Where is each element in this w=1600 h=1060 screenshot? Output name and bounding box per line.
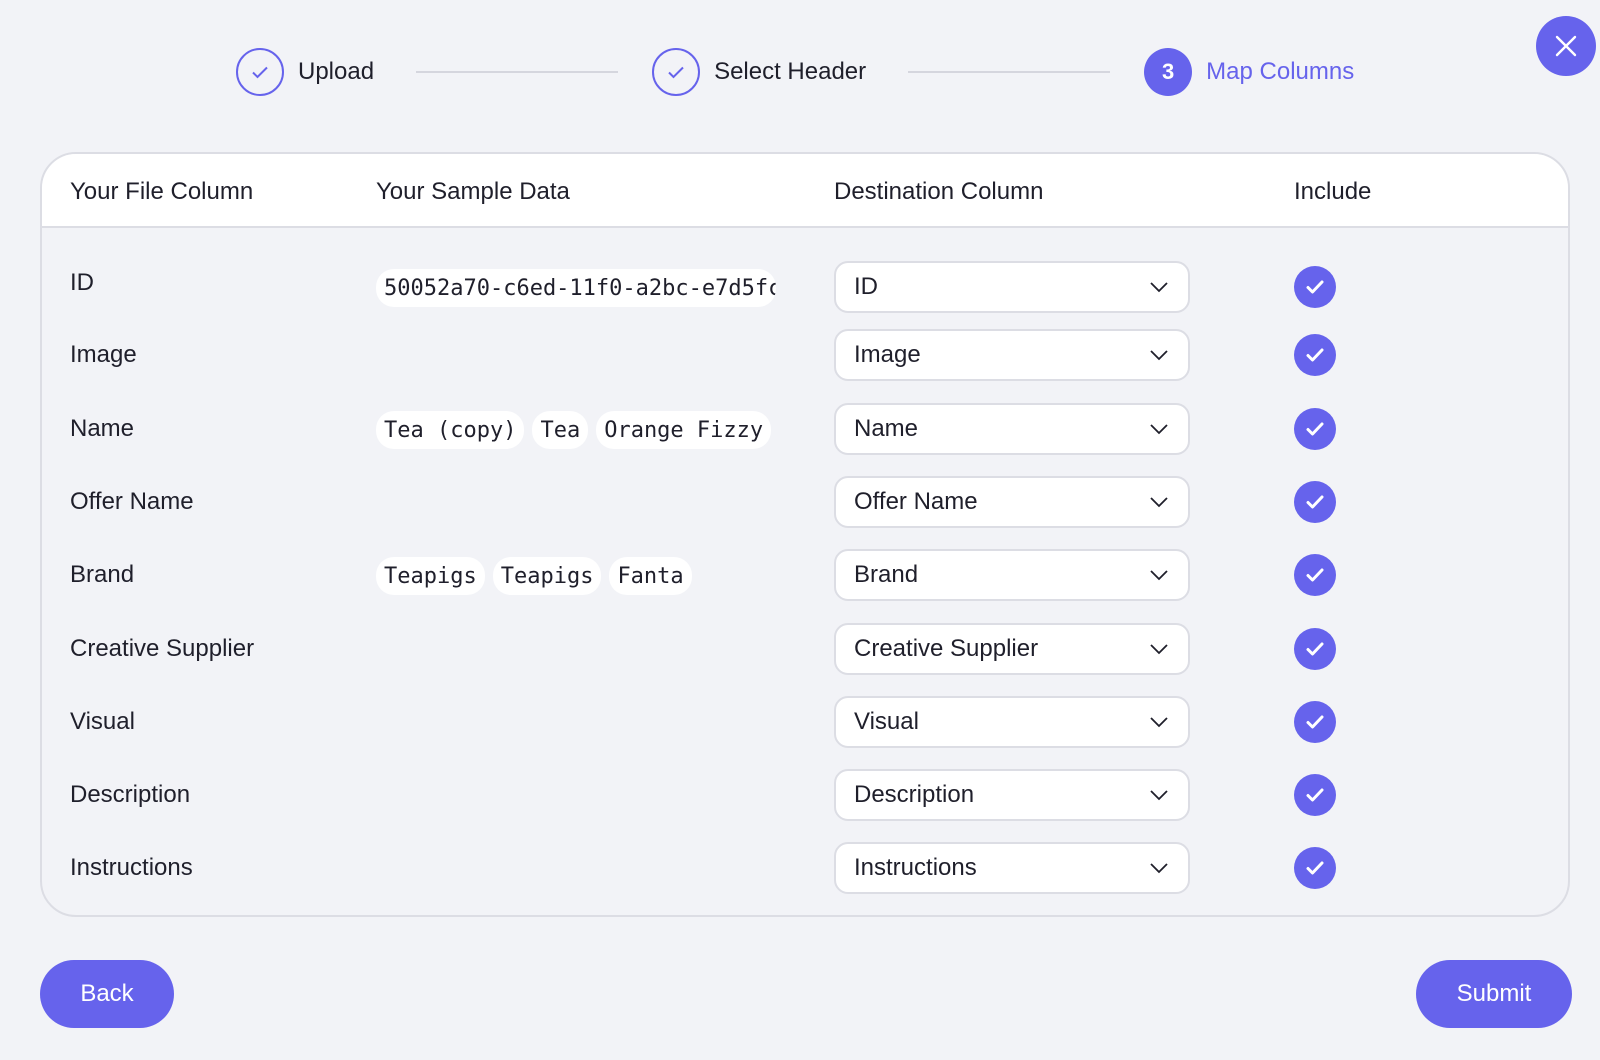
step-label-upload: Upload — [298, 58, 375, 85]
step-select-header: Select Header — [652, 48, 866, 96]
header-sample-data: Your Sample Data — [376, 178, 570, 205]
include-checkbox[interactable] — [1294, 481, 1336, 523]
checkmark-icon — [1306, 861, 1324, 875]
checkmark-icon — [1306, 495, 1324, 509]
include-checkbox[interactable] — [1294, 847, 1336, 889]
sample-chip: Orange Fizzy — [596, 411, 772, 449]
sample-chip: Tea (copy) — [376, 411, 525, 449]
close-icon — [1555, 35, 1577, 57]
chevron-down-icon — [1150, 497, 1168, 508]
destination-select-value: Creative Supplier — [854, 635, 1039, 662]
chevron-down-icon — [1150, 570, 1168, 581]
sample-data-list: Tea (copy) Tea Orange Fizzy — [376, 411, 772, 449]
checkmark-icon — [1306, 280, 1324, 294]
destination-select[interactable]: Name — [834, 403, 1190, 455]
destination-select-value: Visual — [854, 708, 919, 735]
chevron-down-icon — [1150, 863, 1168, 874]
submit-button[interactable]: Submit — [1416, 960, 1572, 1028]
destination-select-value: Name — [854, 415, 919, 442]
check-icon — [652, 48, 701, 96]
destination-select-value: Instructions — [854, 854, 977, 881]
file-column-name: Offer Name — [70, 488, 194, 515]
checkmark-icon — [1306, 715, 1324, 729]
header-include: Include — [1294, 178, 1372, 205]
table-row: Instructions Instructions — [42, 842, 1568, 894]
table-row: Description Description — [42, 769, 1568, 821]
checkmark-icon — [1306, 568, 1324, 582]
file-column-name: Visual — [70, 708, 135, 735]
destination-select[interactable]: Image — [834, 329, 1190, 381]
close-button[interactable] — [1536, 16, 1596, 76]
step-label-map-columns: Map Columns — [1206, 58, 1355, 85]
include-checkbox[interactable] — [1294, 408, 1336, 450]
step-connector — [908, 71, 1111, 73]
file-column-name: Image — [70, 341, 137, 368]
include-checkbox[interactable] — [1294, 334, 1336, 376]
step-connector — [416, 71, 619, 73]
table-row: ID 50052a70-c6ed-11f0-a2bc-e7d5fc ID — [42, 261, 1568, 313]
destination-select-value: Brand — [854, 561, 919, 588]
destination-select[interactable]: Offer Name — [834, 476, 1190, 528]
destination-select-value: Offer Name — [854, 488, 978, 515]
include-checkbox[interactable] — [1294, 554, 1336, 596]
sample-chip: Teapigs — [492, 557, 602, 595]
table-row: Creative Supplier Creative Supplier — [42, 623, 1568, 675]
file-column-name: Name — [70, 415, 135, 442]
mapping-table: Your File Column Your Sample Data Destin… — [40, 152, 1570, 917]
chevron-down-icon — [1150, 717, 1168, 728]
sample-chip: Fanta — [609, 557, 692, 595]
destination-select[interactable]: Brand — [834, 549, 1190, 601]
destination-select[interactable]: Visual — [834, 696, 1190, 748]
chevron-down-icon — [1150, 282, 1168, 293]
file-column-name: Instructions — [70, 854, 193, 881]
chevron-down-icon — [1150, 424, 1168, 435]
sample-data-list: 50052a70-c6ed-11f0-a2bc-e7d5fc — [376, 269, 776, 307]
header-destination-column: Destination Column — [834, 178, 1044, 205]
step-upload: Upload — [236, 48, 374, 96]
table-header: Your File Column Your Sample Data Destin… — [42, 154, 1568, 228]
table-row: Brand Teapigs Teapigs Fanta Brand — [42, 549, 1568, 601]
destination-select[interactable]: ID — [834, 261, 1190, 313]
file-column-name: ID — [70, 269, 94, 296]
table-row: Offer Name Offer Name — [42, 476, 1568, 528]
include-checkbox[interactable] — [1294, 701, 1336, 743]
step-label-select-header: Select Header — [714, 58, 867, 85]
sample-chip: Tea — [532, 411, 589, 449]
sample-chip: Teapigs — [376, 557, 485, 595]
file-column-name: Creative Supplier — [70, 635, 255, 662]
back-button[interactable]: Back — [40, 960, 174, 1028]
destination-select-value: Description — [854, 781, 975, 808]
header-file-column: Your File Column — [70, 178, 254, 205]
checkmark-icon — [1306, 348, 1324, 362]
file-column-name: Description — [70, 781, 191, 808]
destination-select[interactable]: Description — [834, 769, 1190, 821]
checkmark-icon — [1306, 422, 1324, 436]
chevron-down-icon — [1150, 644, 1168, 655]
include-checkbox[interactable] — [1294, 628, 1336, 670]
destination-select-value: ID — [854, 273, 878, 300]
chevron-down-icon — [1150, 350, 1168, 361]
checkmark-icon — [1306, 642, 1324, 656]
include-checkbox[interactable] — [1294, 266, 1336, 308]
sample-data-list: Teapigs Teapigs Fanta — [376, 557, 692, 595]
table-row: Name Tea (copy) Tea Orange Fizzy Name — [42, 403, 1568, 455]
chevron-down-icon — [1150, 790, 1168, 801]
sample-chip: 50052a70-c6ed-11f0-a2bc-e7d5fc — [376, 269, 776, 307]
destination-select[interactable]: Instructions — [834, 842, 1190, 894]
destination-select[interactable]: Creative Supplier — [834, 623, 1190, 675]
destination-select-value: Image — [854, 341, 921, 368]
table-row: Image Image — [42, 329, 1568, 381]
include-checkbox[interactable] — [1294, 774, 1336, 816]
map-columns-dialog: Upload Select Header 3 Map Columns Your … — [0, 0, 1600, 1060]
step-number-badge: 3 — [1144, 48, 1193, 96]
checkmark-icon — [1306, 788, 1324, 802]
table-row: Visual Visual — [42, 696, 1568, 748]
check-icon — [236, 48, 284, 96]
file-column-name: Brand — [70, 561, 135, 588]
step-map-columns: 3 Map Columns — [1144, 48, 1354, 96]
stepper: Upload Select Header 3 Map Columns — [236, 48, 1354, 96]
